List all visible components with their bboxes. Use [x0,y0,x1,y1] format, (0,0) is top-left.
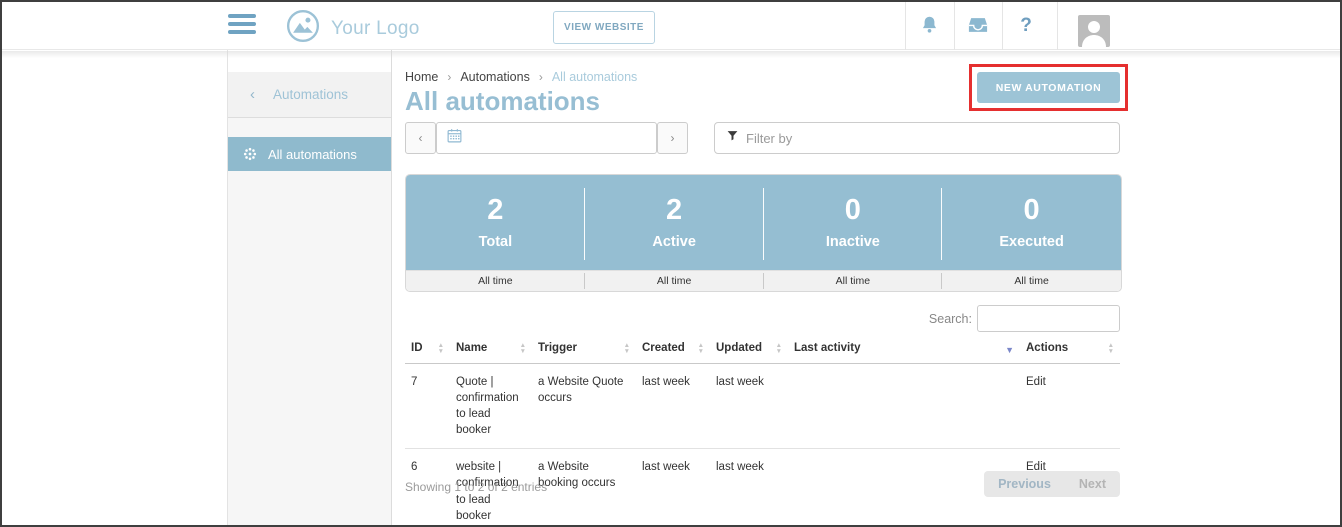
stat-label: Executed [999,234,1063,250]
breadcrumb-home[interactable]: Home [405,70,438,84]
cell-trigger: a Website booking occurs [532,449,636,527]
table-header-row: ID ▲▼ Name ▲▼ Trigger ▲▼ Created ▲▼ [405,338,1120,364]
main-content: Home › Automations › All automations All… [405,50,1120,527]
showing-entries-text: Showing 1 to 2 of 2 entries [405,480,547,494]
cell-created: last week [636,449,710,527]
stat-label: Inactive [826,234,880,250]
date-prev-button[interactable]: ‹ [405,122,436,154]
sidebar-item-label: All automations [268,147,357,162]
page-title: All automations [405,86,600,117]
stat-label: Total [479,234,513,250]
stat-value: 0 [845,195,861,227]
controls-row: ‹ › [405,122,1120,154]
table-row: 7 Quote | confirmation to lead booker a … [405,364,1120,449]
cell-name: Quote | confirmation to lead booker [450,364,532,449]
edit-link[interactable]: Edit [1026,376,1046,388]
sort-icon[interactable]: ▲▼ [520,343,526,354]
col-header-last-activity[interactable]: Last activity ▼ [788,338,1020,364]
filter-funnel-icon [726,129,739,147]
bell-icon [919,14,940,39]
stats-values: 2 Total 2 Active 0 Inactive 0 Executed [406,175,1121,270]
breadcrumb-sep-icon: › [539,70,543,84]
sort-icon[interactable]: ▲▼ [698,343,704,354]
avatar[interactable] [1078,15,1110,47]
sort-icon[interactable]: ▲▼ [438,343,444,354]
cell-trigger: a Website Quote occurs [532,364,636,449]
stat-label: Active [652,234,696,250]
breadcrumb: Home › Automations › All automations [405,70,637,84]
cell-id: 7 [405,364,450,449]
stat-inactive: 0 Inactive [764,175,943,270]
sidebar-body: All automations [228,118,391,525]
stat-executed: 0 Executed [942,175,1121,270]
col-header-name[interactable]: Name ▲▼ [450,338,532,364]
sidebar-item-all-automations[interactable]: All automations [228,137,391,171]
cell-last-activity [788,364,1020,449]
col-header-updated[interactable]: Updated ▲▼ [710,338,788,364]
sort-desc-icon[interactable]: ▼ [1005,345,1014,355]
notifications-button[interactable] [905,2,953,50]
filter-input[interactable] [746,131,1119,146]
stat-period: All time [585,271,764,291]
menu-icon[interactable] [228,14,256,38]
cell-updated: last week [710,364,788,449]
app-window: Your Logo VIEW WEBSITE ? [0,0,1342,527]
logo-text: Your Logo [331,18,420,40]
sort-icon[interactable]: ▲▼ [776,343,782,354]
inbox-icon [967,15,989,38]
cell-created: last week [636,364,710,449]
col-header-id[interactable]: ID ▲▼ [405,338,450,364]
inbox-button[interactable] [954,2,1002,50]
logo: Your Logo [285,8,420,49]
header-shadow [2,51,1340,58]
col-header-trigger[interactable]: Trigger ▲▼ [532,338,636,364]
filter-field[interactable] [714,122,1120,154]
sort-icon[interactable]: ▲▼ [624,343,630,354]
stat-period: All time [764,271,943,291]
col-header-actions[interactable]: Actions ▲▼ [1020,338,1120,364]
col-header-created[interactable]: Created ▲▼ [636,338,710,364]
date-range-input[interactable] [471,131,641,145]
cell-updated: last week [710,449,788,527]
search-label: Search: [929,312,972,326]
new-automation-button[interactable]: NEW AUTOMATION [977,72,1120,103]
stats-widget: 2 Total 2 Active 0 Inactive 0 Executed A… [405,174,1122,292]
stat-active: 2 Active [585,175,764,270]
previous-button[interactable]: Previous [984,471,1065,497]
stat-total: 2 Total [406,175,585,270]
header-divider [1057,2,1058,50]
help-icon: ? [1020,15,1032,37]
date-next-button[interactable]: › [657,122,688,154]
breadcrumb-automations[interactable]: Automations [460,70,529,84]
breadcrumb-current: All automations [552,70,637,84]
stat-value: 2 [487,195,503,227]
sidebar: ‹ Automations All automations [227,50,392,525]
calendar-icon [446,127,463,149]
stat-value: 2 [666,195,682,227]
search-input[interactable] [977,305,1120,332]
date-range-field[interactable] [436,122,657,154]
stat-period: All time [942,271,1121,291]
automations-table: ID ▲▼ Name ▲▼ Trigger ▲▼ Created ▲▼ [405,338,1120,527]
back-chevron-icon: ‹ [250,86,255,103]
pagination: Previous Next [984,471,1120,497]
top-header: Your Logo VIEW WEBSITE ? [2,2,1340,50]
sidebar-group-label: Automations [273,87,348,102]
search-row: Search: [929,305,1120,332]
help-button[interactable]: ? [1002,2,1050,50]
automation-gear-icon [242,146,258,162]
sort-icon[interactable]: ▲▼ [1108,343,1114,354]
sidebar-group-header[interactable]: ‹ Automations [228,72,391,118]
stat-value: 0 [1024,195,1040,227]
stats-periods: All time All time All time All time [406,270,1121,291]
logo-image-icon [285,8,321,49]
stat-period: All time [406,271,585,291]
annotation-highlight-box: NEW AUTOMATION [969,64,1128,111]
next-button[interactable]: Next [1065,471,1120,497]
view-website-button[interactable]: VIEW WEBSITE [553,11,655,44]
breadcrumb-sep-icon: › [447,70,451,84]
